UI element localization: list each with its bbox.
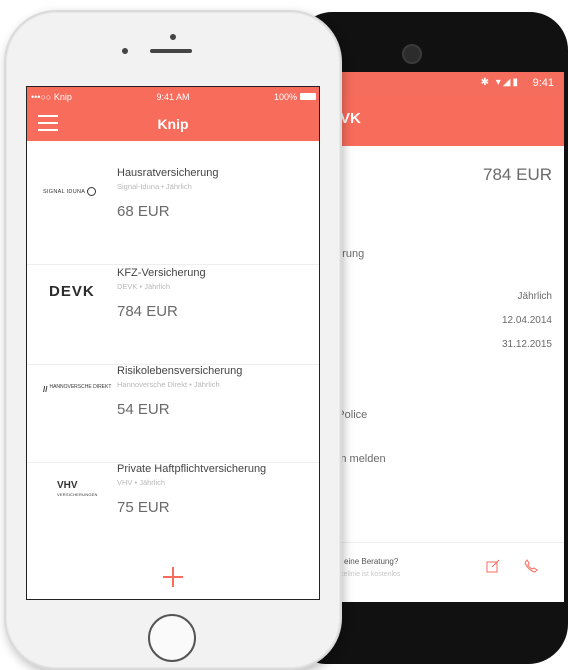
policy-price: 784 EUR [117, 303, 178, 320]
android-price: 784 EUR [483, 165, 552, 184]
policy-name: Risikolebensversicherung [117, 365, 243, 377]
iphone: •••○○ Knip 9:41 AM 100% Knip SIGNAL IDUN… [4, 10, 342, 670]
iphone-front-camera [170, 34, 176, 40]
battery-icon [300, 93, 316, 100]
policy-name: Private Haftpflichtversicherung [117, 463, 267, 475]
edit-icon[interactable] [486, 559, 500, 573]
android-camera [402, 44, 422, 64]
android-bottom-bar: chst du eine Beratung? re Servicelinie i… [308, 542, 564, 602]
devk-logo: DEVK [49, 283, 95, 300]
policy-name: KFZ-Versicherung [117, 267, 206, 279]
android-status-icons: ✱ ▾◢▮ [480, 77, 520, 88]
policy-name: Hausratversicherung [117, 167, 219, 179]
signal-iduna-logo-text: SIGNAL IDUNA [43, 188, 86, 195]
home-button[interactable] [148, 614, 196, 662]
policy-card-haftpflicht[interactable]: VHV VERSICHERUNGEN Private Haftpflichtver… [27, 463, 319, 561]
iphone-screen: •••○○ Knip 9:41 AM 100% Knip SIGNAL IDUN… [26, 86, 320, 600]
policy-subtitle: Signal-Iduna • Jährlich [117, 182, 192, 191]
policy-card-kfz[interactable]: DEVK KFZ-Versicherung DEVK • Jährlich 78… [27, 267, 319, 365]
iphone-sensor [122, 48, 128, 54]
add-policy-button[interactable] [163, 567, 183, 587]
phone-icon[interactable] [524, 559, 538, 573]
policy-subtitle: DEVK • Jährlich [117, 282, 171, 291]
android-status-bar: ✱ ▾◢▮ 9:41 [308, 72, 564, 96]
battery-percent: 100% [273, 92, 297, 102]
android-date-start: 12.04.2014 [501, 315, 552, 326]
policy-card-risikoleben[interactable]: //HANNOVERSCHE DIREKT Risikolebensversic… [27, 365, 319, 463]
iphone-speaker [150, 49, 192, 53]
android-app-bar: EVK [308, 96, 564, 146]
signal-iduna-logo: SIGNAL IDUNA [43, 187, 115, 207]
policy-subtitle: VHV • Jährlich [117, 478, 166, 487]
policy-subtitle: Hannoversche Direkt • Jährlich [117, 380, 220, 389]
hannoversche-logo: //HANNOVERSCHE DIREKT [43, 384, 112, 395]
policy-card-hausrat[interactable]: SIGNAL IDUNA Hausratversicherung Signal-… [27, 167, 319, 265]
vhv-logo-subtext: VERSICHERUNGEN [57, 492, 98, 497]
policy-price: 68 EUR [117, 203, 170, 220]
ios-status-bar: •••○○ Knip 9:41 AM 100% [27, 87, 319, 107]
hannoversche-logo-text: HANNOVERSCHE DIREKT [49, 384, 112, 390]
android-date-end: 31.12.2015 [501, 339, 552, 350]
divider [27, 264, 319, 265]
android-screen: ✱ ▾◢▮ 9:41 EVK 784 EUR icherung Jährlich… [308, 72, 564, 602]
android-status-time: 9:41 [532, 77, 554, 89]
policy-price: 54 EUR [117, 401, 170, 418]
nav-bar: Knip [27, 107, 319, 141]
android-interval: Jährlich [517, 291, 552, 302]
nav-title: Knip [157, 116, 189, 132]
policy-price: 75 EUR [117, 499, 170, 516]
